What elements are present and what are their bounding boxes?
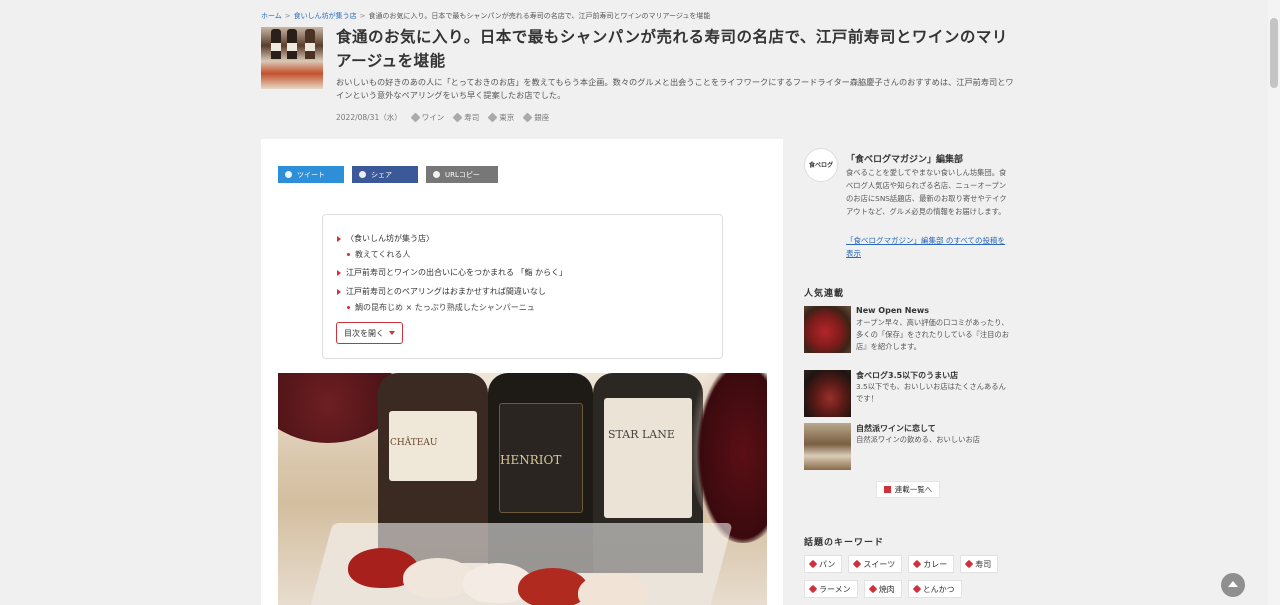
url-copy-button[interactable]: URLコピー <box>426 166 498 183</box>
chevron-up-icon <box>1228 581 1238 587</box>
breadcrumb-home-link[interactable]: ホーム <box>261 12 282 20</box>
breadcrumb-separator: > <box>359 12 366 20</box>
keywords-title: 話題のキーワード <box>804 538 885 548</box>
keyword-tag[interactable]: ラーメン <box>804 580 858 598</box>
triangle-right-icon <box>337 269 341 276</box>
bullet-icon <box>347 253 350 256</box>
series-item[interactable]: 自然派ワインに恋して 自然派ワインの飲める、おいしいお店 <box>804 423 1014 470</box>
plus-square-icon <box>883 486 891 493</box>
keyword-tag[interactable]: スイーツ <box>848 555 903 573</box>
series-thumbnail <box>804 423 851 470</box>
tag-icon <box>912 584 921 594</box>
toc-item[interactable]: 江戸前寿司とのペアリングはおまかせすれば間違いなし <box>337 286 546 297</box>
scrollbar[interactable] <box>1268 0 1280 605</box>
article-thumbnail <box>261 27 323 89</box>
page-title: 食通のお気に入り。日本で最もシャンパンが売れる寿司の名店で、江戸前寿司とワインの… <box>336 28 1008 70</box>
tag-icon <box>965 559 974 569</box>
article-photo: CHÂTEAU HENRIOT STAR LANE <box>278 373 767 605</box>
tag-link[interactable]: ワイン <box>410 112 444 123</box>
breadcrumb-category-link[interactable]: 食いしん坊が集う店 <box>294 12 357 20</box>
facebook-icon <box>359 171 366 178</box>
tag-icon <box>913 559 922 569</box>
author-name: 「食べログマガジン」編集部 <box>846 155 964 165</box>
tag-icon <box>452 112 463 123</box>
table-of-contents: 〈食いしん坊が集う店〉 教えてくれる人 江戸前寿司とワインの出合いに心をつかまれ… <box>322 214 723 359</box>
series-item[interactable]: 食べログ3.5以下のうまい店 3.5以下でも、おいしいお店はたくさんあるんです！ <box>804 370 1014 417</box>
keyword-tag[interactable]: 焼肉 <box>863 580 902 598</box>
keyword-tag[interactable]: カレー <box>908 555 955 573</box>
toc-open-button[interactable]: 目次を開く <box>336 322 403 344</box>
tag-link[interactable]: 寿司 <box>452 112 479 123</box>
keyword-tag[interactable]: 寿司 <box>960 555 999 573</box>
bottle-label: CHÂTEAU <box>390 438 438 448</box>
triangle-right-icon <box>337 288 341 295</box>
toc-subitem[interactable]: 鯛の昆布じめ × たっぷり熟成したシャンパーニュ <box>347 302 535 313</box>
keyword-list: パン スイーツ カレー 寿司 ラーメン 焼肉 とんかつ <box>804 555 1014 598</box>
tabelog-logo-icon: 食べログ <box>808 161 833 169</box>
tweet-button[interactable]: ツイート <box>278 166 344 183</box>
breadcrumb-separator: > <box>284 12 291 20</box>
toc-item[interactable]: 〈食いしん坊が集う店〉 <box>337 233 434 244</box>
tag-icon <box>487 112 498 123</box>
twitter-icon <box>285 171 292 178</box>
author-avatar[interactable]: 食べログ <box>804 148 838 182</box>
author-bio: 食べることを愛してやまない食いしん坊集団。食べログ人気店や知られざる名店、ニュー… <box>846 168 1007 216</box>
publish-date: 2022/08/31（水） <box>336 113 402 122</box>
bottle-label: HENRIOT <box>500 453 562 467</box>
tag-icon <box>853 559 862 569</box>
toc-item[interactable]: 江戸前寿司とワインの出合いに心をつかまれる 「鮨 からく」 <box>337 267 567 278</box>
facebook-share-button[interactable]: シェア <box>352 166 418 183</box>
tag-icon <box>868 584 877 594</box>
article-body: ツイート シェア URLコピー 〈食いしん坊が集う店〉 教えてくれる人 江戸前寿… <box>261 139 783 605</box>
article-lead: おいしいもの好きのあの人に「とっておきのお店」を教えてもらう本企画。数々のグルメ… <box>336 77 1014 100</box>
keyword-tag[interactable]: パン <box>804 555 843 573</box>
triangle-right-icon <box>337 235 341 242</box>
tag-icon <box>410 112 421 123</box>
series-list-button[interactable]: 連載一覧へ <box>876 481 940 498</box>
breadcrumb-current: 食通のお気に入り。日本で最もシャンパンが売れる寿司の名店で、江戸前寿司とワインの… <box>368 12 711 20</box>
breadcrumb: ホーム > 食いしん坊が集う店 > 食通のお気に入り。日本で最もシャンパンが売れる寿司の… <box>261 11 710 21</box>
chevron-down-icon <box>389 331 395 335</box>
series-thumbnail <box>804 306 851 353</box>
tag-icon <box>808 559 818 569</box>
tag-icon <box>808 584 818 594</box>
series-item[interactable]: New Open News オープン早々、高い評価の口コミがあったり、多くの「保… <box>804 306 1014 353</box>
popular-series-title: 人気連載 <box>804 289 845 299</box>
tag-icon <box>522 112 533 123</box>
series-thumbnail <box>804 370 851 417</box>
toc-subitem[interactable]: 教えてくれる人 <box>347 249 410 260</box>
tag-link[interactable]: 東京 <box>487 112 514 123</box>
copy-icon <box>433 171 440 178</box>
author-all-posts-link[interactable]: 「食べログマガジン」編集部 のすべての投稿を表示 <box>846 234 1012 260</box>
scrollbar-thumb[interactable] <box>1270 18 1278 88</box>
keyword-tag[interactable]: とんかつ <box>907 580 962 598</box>
bullet-icon <box>347 306 350 309</box>
share-buttons: ツイート シェア URLコピー <box>278 166 498 183</box>
back-to-top-button[interactable] <box>1221 573 1245 597</box>
article-meta: 2022/08/31（水） ワイン 寿司 東京 銀座 <box>336 112 549 123</box>
tag-link[interactable]: 銀座 <box>522 112 549 123</box>
bottle-label: STAR LANE <box>608 428 675 441</box>
